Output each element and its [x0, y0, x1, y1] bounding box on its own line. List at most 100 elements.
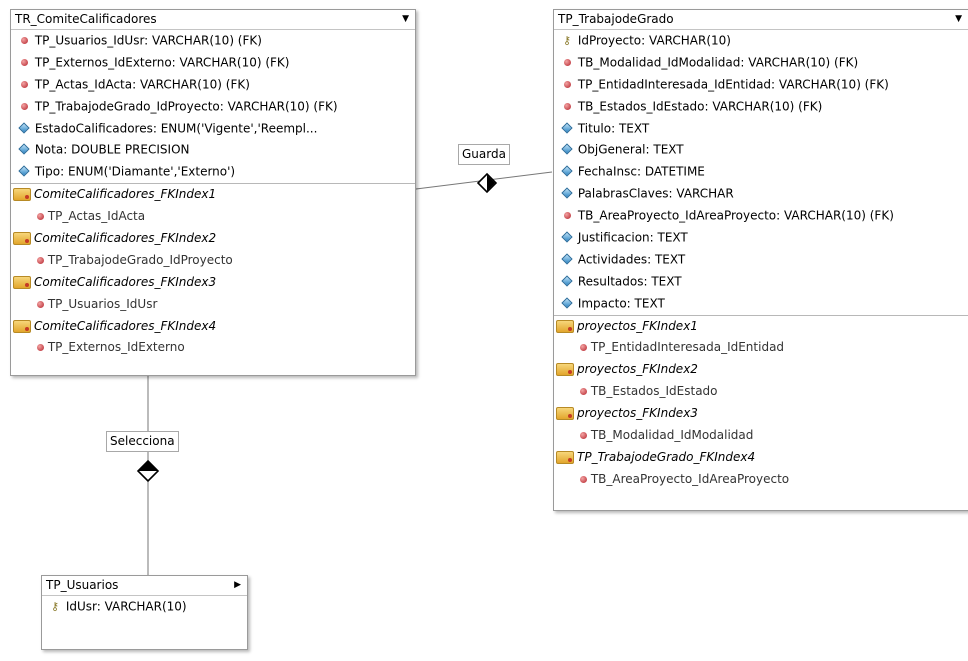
entity-tp-trabajodegrado[interactable]: TP_TrabajodeGrado ▼ ⚷ IdProyecto: VARCHA…	[553, 9, 968, 511]
entity-header[interactable]: TP_Usuarios ▶	[42, 576, 247, 596]
column-row[interactable]: EstadoCalificadores: ENUM('Vigente','Ree…	[11, 118, 415, 140]
index-row[interactable]: ComiteCalificadores_FKIndex4	[11, 316, 415, 338]
column-row[interactable]: Impacto: TEXT	[554, 293, 968, 315]
column-label: TB_AreaProyecto_IdAreaProyecto: VARCHAR(…	[577, 208, 894, 223]
column-label: Tipo: ENUM('Diamante','Externo')	[34, 164, 236, 179]
column-row[interactable]: Nota: DOUBLE PRECISION	[11, 139, 415, 161]
index-folder-icon	[556, 407, 574, 421]
column-label: TP_Actas_IdActa: VARCHAR(10) (FK)	[34, 77, 250, 92]
fk-icon	[580, 344, 587, 352]
attribute-icon	[560, 293, 574, 315]
index-column-label: TB_AreaProyecto_IdAreaProyecto	[590, 471, 790, 486]
column-label: TP_Usuarios_IdUsr: VARCHAR(10) (FK)	[34, 33, 262, 48]
index-column-row[interactable]: TP_EntidadInteresada_IdEntidad	[554, 337, 968, 359]
index-row[interactable]: proyectos_FKIndex2	[554, 359, 968, 381]
attribute-icon	[560, 271, 574, 293]
attribute-icon	[560, 183, 574, 205]
column-row[interactable]: PalabrasClaves: VARCHAR	[554, 183, 968, 205]
fk-icon	[580, 388, 587, 396]
column-label: Titulo: TEXT	[577, 121, 650, 136]
column-row[interactable]: Titulo: TEXT	[554, 118, 968, 140]
column-label: TB_Estados_IdEstado: VARCHAR(10) (FK)	[577, 99, 823, 114]
column-row[interactable]: ObjGeneral: TEXT	[554, 139, 968, 161]
column-row[interactable]: TP_Usuarios_IdUsr: VARCHAR(10) (FK)	[11, 30, 415, 52]
column-label: TP_TrabajodeGrado_IdProyecto: VARCHAR(10…	[34, 99, 338, 114]
column-row[interactable]: TP_Externos_IdExterno: VARCHAR(10) (FK)	[11, 52, 415, 74]
index-folder-icon	[556, 450, 574, 464]
attribute-icon	[17, 161, 31, 183]
index-label: proyectos_FKIndex2	[577, 362, 698, 377]
column-row[interactable]: TP_Actas_IdActa: VARCHAR(10) (FK)	[11, 74, 415, 96]
attribute-icon	[560, 249, 574, 271]
index-row[interactable]: ComiteCalificadores_FKIndex3	[11, 272, 415, 294]
index-column-row[interactable]: TP_Actas_IdActa	[11, 206, 415, 228]
entity-tp-usuarios[interactable]: TP_Usuarios ▶ ⚷ IdUsr: VARCHAR(10)	[41, 575, 248, 650]
entity-tr-comitecalificadores[interactable]: TR_ComiteCalificadores ▼ TP_Usuarios_IdU…	[10, 9, 416, 376]
index-row[interactable]: TP_TrabajodeGrado_FKIndex4	[554, 447, 968, 469]
column-row[interactable]: Actividades: TEXT	[554, 249, 968, 271]
attribute-icon	[560, 227, 574, 249]
column-list: ⚷ IdUsr: VARCHAR(10)	[42, 596, 247, 618]
index-label: proyectos_FKIndex1	[577, 318, 698, 333]
column-label: Actividades: TEXT	[577, 252, 686, 267]
column-label: Justificacion: TEXT	[577, 230, 688, 245]
fk-icon	[580, 432, 587, 440]
column-label: TB_Modalidad_IdModalidad: VARCHAR(10) (F…	[577, 55, 859, 70]
index-row[interactable]: ComiteCalificadores_FKIndex2	[11, 228, 415, 250]
relationship-label-selecciona[interactable]: Selecciona	[106, 431, 179, 452]
entity-title: TR_ComiteCalificadores	[15, 12, 157, 26]
entity-header[interactable]: TR_ComiteCalificadores ▼	[11, 10, 415, 30]
column-row[interactable]: ⚷ IdUsr: VARCHAR(10)	[42, 596, 247, 618]
index-folder-icon	[556, 363, 574, 377]
fk-icon	[560, 74, 574, 96]
column-row[interactable]: TP_TrabajodeGrado_IdProyecto: VARCHAR(10…	[11, 96, 415, 118]
index-list: proyectos_FKIndex1 TP_EntidadInteresada_…	[554, 314, 968, 491]
entity-title: TP_TrabajodeGrado	[558, 12, 674, 26]
fk-icon	[37, 256, 44, 264]
relationship-label-guarda[interactable]: Guarda	[458, 144, 510, 165]
fk-icon	[560, 96, 574, 118]
column-label: FechaInsc: DATETIME	[577, 164, 705, 179]
column-label: PalabrasClaves: VARCHAR	[577, 186, 734, 201]
collapse-arrow-icon[interactable]: ▼	[955, 10, 962, 29]
column-label: Impacto: TEXT	[577, 296, 665, 311]
attribute-icon	[17, 118, 31, 140]
column-row[interactable]: FechaInsc: DATETIME	[554, 161, 968, 183]
column-row[interactable]: ⚷ IdProyecto: VARCHAR(10)	[554, 30, 968, 52]
column-label: Resultados: TEXT	[577, 274, 682, 289]
index-label: ComiteCalificadores_FKIndex2	[34, 231, 217, 246]
index-row[interactable]: ComiteCalificadores_FKIndex1	[11, 184, 415, 206]
column-row[interactable]: TB_AreaProyecto_IdAreaProyecto: VARCHAR(…	[554, 205, 968, 227]
column-row[interactable]: Tipo: ENUM('Diamante','Externo')	[11, 161, 415, 183]
column-row[interactable]: Resultados: TEXT	[554, 271, 968, 293]
attribute-icon	[560, 118, 574, 140]
fk-icon	[17, 96, 31, 118]
index-column-label: TP_Usuarios_IdUsr	[47, 296, 158, 311]
index-list: ComiteCalificadores_FKIndex1 TP_Actas_Id…	[11, 183, 415, 359]
index-row[interactable]: proyectos_FKIndex1	[554, 316, 968, 338]
fk-icon	[580, 475, 587, 483]
column-row[interactable]: TB_Modalidad_IdModalidad: VARCHAR(10) (F…	[554, 52, 968, 74]
index-column-row[interactable]: TB_Modalidad_IdModalidad	[554, 425, 968, 447]
index-column-row[interactable]: TP_TrabajodeGrado_IdProyecto	[11, 250, 415, 272]
column-row[interactable]: Justificacion: TEXT	[554, 227, 968, 249]
index-column-label: TP_TrabajodeGrado_IdProyecto	[47, 252, 233, 267]
index-column-row[interactable]: TP_Externos_IdExterno	[11, 337, 415, 359]
fk-icon	[560, 52, 574, 74]
expand-arrow-icon[interactable]: ▶	[234, 576, 241, 595]
fk-icon	[17, 30, 31, 52]
index-folder-icon	[556, 319, 574, 333]
index-row[interactable]: proyectos_FKIndex3	[554, 403, 968, 425]
index-label: ComiteCalificadores_FKIndex1	[34, 187, 217, 202]
index-column-row[interactable]: TB_Estados_IdEstado	[554, 381, 968, 403]
column-row[interactable]: TP_EntidadInteresada_IdEntidad: VARCHAR(…	[554, 74, 968, 96]
column-row[interactable]: TB_Estados_IdEstado: VARCHAR(10) (FK)	[554, 96, 968, 118]
attribute-icon	[560, 139, 574, 161]
fk-icon	[560, 205, 574, 227]
entity-header[interactable]: TP_TrabajodeGrado ▼	[554, 10, 968, 30]
fk-icon	[37, 213, 44, 221]
index-column-row[interactable]: TP_Usuarios_IdUsr	[11, 294, 415, 316]
index-folder-icon	[13, 275, 31, 289]
collapse-arrow-icon[interactable]: ▼	[402, 10, 409, 29]
index-column-row[interactable]: TB_AreaProyecto_IdAreaProyecto	[554, 469, 968, 491]
